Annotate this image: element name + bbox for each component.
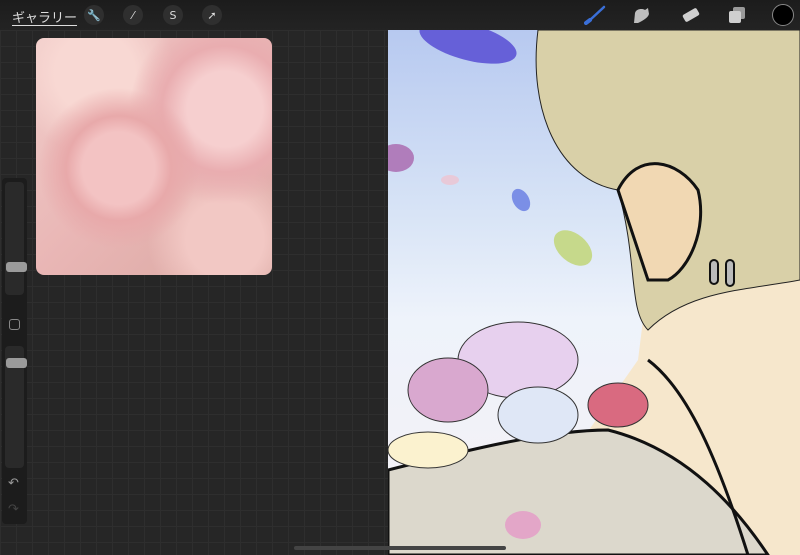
- brush-size-slider[interactable]: [5, 182, 27, 295]
- wrench-icon[interactable]: 🔧: [84, 5, 104, 25]
- magic-wand-icon[interactable]: ⁄: [123, 5, 143, 25]
- artwork-illustration: [388, 30, 800, 555]
- artwork-canvas[interactable]: [388, 30, 800, 555]
- undo-icon[interactable]: ↶: [8, 476, 19, 491]
- brush-size-knob[interactable]: [6, 262, 27, 273]
- reference-image-roses[interactable]: [36, 38, 272, 275]
- gallery-button[interactable]: ギャラリー: [12, 7, 77, 26]
- eyedropper-modify-button[interactable]: [9, 319, 20, 330]
- sidebar: ↶ ↷: [2, 178, 27, 524]
- transform-arrow-icon[interactable]: ➚: [202, 5, 222, 25]
- color-picker-button[interactable]: [772, 4, 794, 26]
- selection-icon[interactable]: S: [163, 5, 183, 25]
- opacity-knob[interactable]: [6, 358, 27, 369]
- top-toolbar: ギャラリー 🔧 ⁄ S ➚: [0, 0, 800, 30]
- home-indicator: [294, 546, 506, 550]
- redo-icon[interactable]: ↷: [8, 502, 19, 517]
- opacity-slider[interactable]: [5, 346, 27, 468]
- smudge-icon[interactable]: [630, 5, 652, 25]
- layers-icon[interactable]: [726, 5, 748, 25]
- eraser-icon[interactable]: [679, 5, 701, 25]
- brush-icon[interactable]: [584, 5, 606, 25]
